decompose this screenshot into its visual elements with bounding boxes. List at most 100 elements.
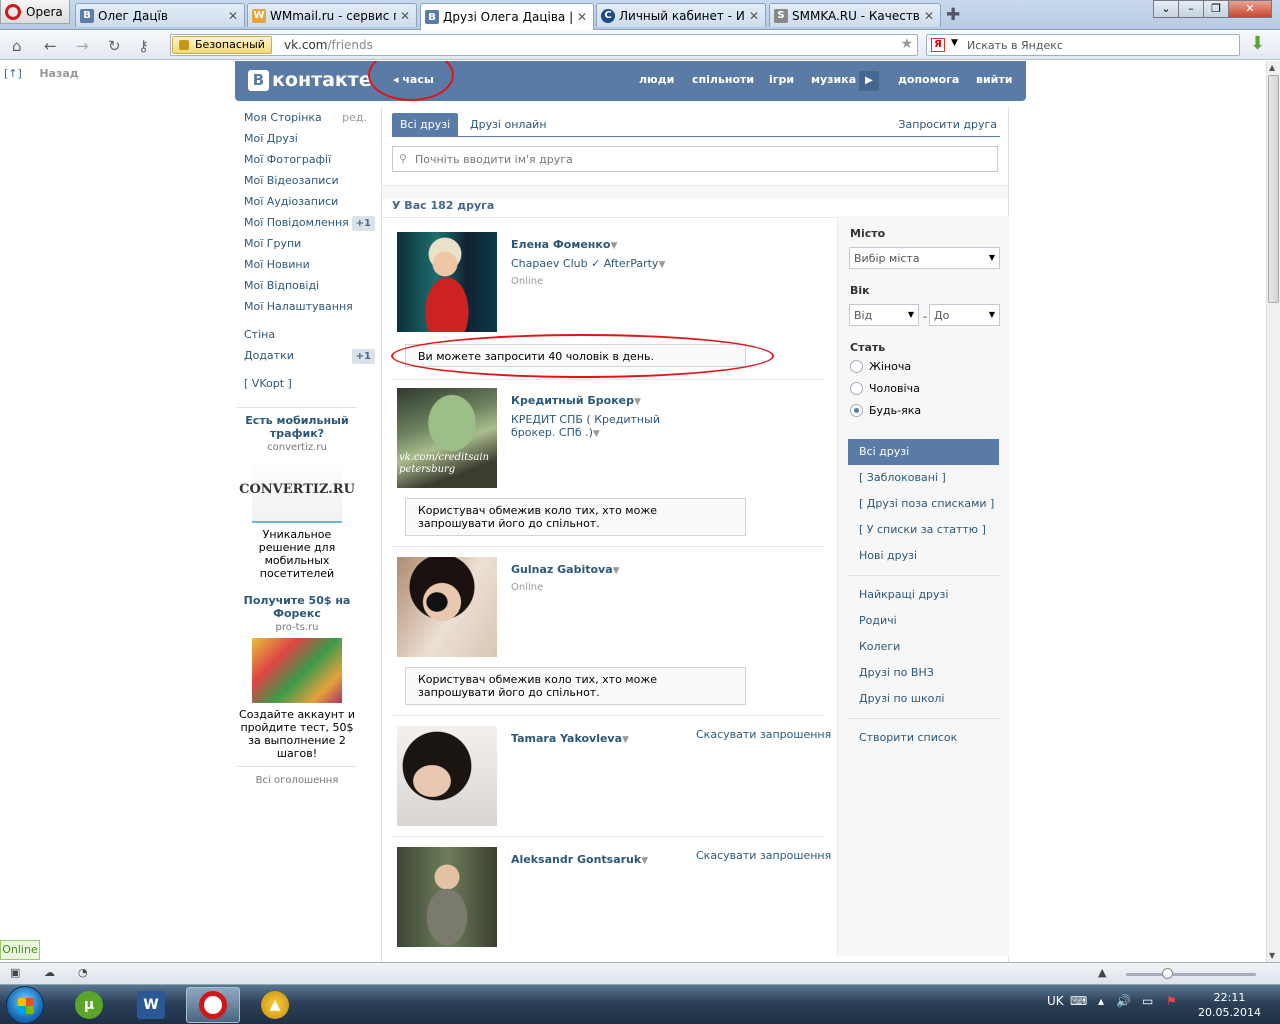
sidebar-item-vkopt[interactable]: [ VKopt ] <box>237 373 377 394</box>
friend-photo[interactable] <box>397 557 497 657</box>
menu-games[interactable]: ігри <box>769 73 794 86</box>
window-close-icon[interactable]: ✕ <box>1228 0 1272 18</box>
all-ads-link[interactable]: Всі оголошення <box>237 775 357 786</box>
radio-male[interactable]: Чоловіча <box>850 382 920 395</box>
close-icon[interactable]: ✕ <box>228 9 240 23</box>
language-indicator[interactable]: UK <box>1047 994 1064 1008</box>
sidebar-item-audio[interactable]: Мої Аудіозаписи <box>237 191 377 212</box>
opera-taskbar-button[interactable] <box>186 987 240 1023</box>
back-arrow-icon[interactable]: ← <box>44 37 57 55</box>
list-unlisted[interactable]: [ Друзі поза списками ] <box>848 491 999 517</box>
list-relatives[interactable]: Родичі <box>848 608 999 634</box>
chevron-down-icon[interactable]: ▼ <box>951 38 958 48</box>
list-by-sex[interactable]: [ У списки за статтю ] <box>848 517 999 543</box>
start-button[interactable] <box>6 986 44 1024</box>
home-icon[interactable]: ⌂ <box>12 37 22 55</box>
create-list-link[interactable]: Створити список <box>848 725 999 751</box>
reload-icon[interactable]: ↻ <box>108 37 121 55</box>
sidebar-item-groups[interactable]: Мої Групи <box>237 233 377 254</box>
edit-link[interactable]: ред. <box>342 107 367 128</box>
menu-people[interactable]: люди <box>639 73 674 86</box>
ad-image[interactable] <box>252 638 342 703</box>
address-bar[interactable]: Безопасный vk.com/friends ★ <box>170 34 918 56</box>
friend-name[interactable]: Gulnaz Gabitova▼ <box>511 563 620 576</box>
panel-toggle-icon[interactable]: ▣ <box>10 966 20 979</box>
friend-name[interactable]: Елена Фоменко▼ <box>511 238 617 251</box>
sidebar-item-wall[interactable]: Стіна <box>237 324 377 345</box>
cancel-invite-link[interactable]: Скасувати запрошення <box>696 728 831 741</box>
keyboard-icon[interactable]: ⌨ <box>1070 994 1087 1008</box>
cloud-icon[interactable]: ☁ <box>44 966 55 979</box>
new-tab-icon[interactable]: ✚ <box>946 5 960 25</box>
list-school[interactable]: Друзі по школі <box>848 686 999 712</box>
friend-status[interactable]: Chapaev Club ✓ AfterParty▼ <box>511 257 701 272</box>
tab-list-icon[interactable]: ⌄ <box>1153 0 1179 18</box>
age-from-select[interactable]: Від ▼ <box>849 304 919 326</box>
friend-search-input[interactable]: ⚲ Почніть вводити ім'я друга <box>392 146 998 172</box>
ad-title[interactable]: Получите 50$ на Форекс <box>237 594 357 620</box>
tab-online-friends[interactable]: Друзі онлайн <box>462 113 555 137</box>
close-icon[interactable]: ✕ <box>924 9 936 23</box>
speed-dial-icon[interactable]: ◔ <box>78 966 88 979</box>
download-icon[interactable]: ⬇ <box>1250 33 1268 54</box>
aimp-taskbar-button[interactable]: ▲ <box>248 987 302 1023</box>
sidebar-item-my-page[interactable]: Моя Сторінка ред. <box>237 107 377 128</box>
close-icon[interactable]: ✕ <box>400 9 412 23</box>
chevron-down-icon[interactable]: ▼ <box>658 260 665 270</box>
sidebar-item-photos[interactable]: Мої Фотографії <box>237 149 377 170</box>
ad-image[interactable]: CONVERTIZ.RU <box>239 458 355 523</box>
tab-all-friends[interactable]: Всі друзі <box>392 113 459 137</box>
sidebar-item-videos[interactable]: Мої Відеозаписи <box>237 170 377 191</box>
scroll-down-icon[interactable]: ▼ <box>1269 951 1275 960</box>
friend-photo[interactable] <box>397 726 497 826</box>
city-select[interactable]: Вибір міста ▼ <box>849 247 1000 269</box>
scroll-up-icon[interactable]: ▲ <box>1269 63 1275 72</box>
menu-help[interactable]: допомога <box>898 73 959 86</box>
back-link[interactable]: [↑] Назад <box>4 67 79 80</box>
zoom-slider-handle[interactable] <box>1162 968 1173 979</box>
chevron-down-icon[interactable]: ▼ <box>593 429 600 439</box>
network-icon[interactable]: ▭ <box>1142 994 1153 1008</box>
close-icon[interactable]: ✕ <box>749 9 761 23</box>
opera-menu-button[interactable]: Opera <box>0 0 70 24</box>
minimize-icon[interactable]: – <box>1178 0 1204 18</box>
flag-icon[interactable]: ⚑ <box>1166 994 1177 1008</box>
system-clock[interactable]: 22:11 20.05.2014 <box>1198 990 1261 1020</box>
bookmark-star-icon[interactable]: ★ <box>900 36 913 52</box>
ad-title[interactable]: Есть мобильный трафик? <box>237 414 357 440</box>
chevron-down-icon[interactable]: ▼ <box>613 566 620 576</box>
friend-photo[interactable] <box>397 847 497 947</box>
scroll-thumb[interactable] <box>1268 75 1279 303</box>
radio-any[interactable]: Будь-яка <box>850 404 921 417</box>
tab-smmka[interactable]: S SMMKA.RU - Качестве... ✕ <box>769 3 941 27</box>
menu-communities[interactable]: спільноти <box>692 73 754 86</box>
chevron-down-icon[interactable]: ▼ <box>622 735 629 745</box>
tab-oleg[interactable]: В Олег Дацїв ✕ <box>75 3 245 27</box>
sidebar-item-friends[interactable]: Мої Друзі <box>237 128 377 149</box>
tray-expand-icon[interactable]: ▴ <box>1098 994 1104 1008</box>
list-university[interactable]: Друзі по ВНЗ <box>848 660 999 686</box>
close-icon[interactable]: ✕ <box>577 10 589 24</box>
search-engine-field[interactable]: Я ▼ Искать в Яндекс <box>926 34 1240 56</box>
chevron-down-icon[interactable]: ▼ <box>641 856 648 866</box>
sidebar-item-news[interactable]: Мої Новини <box>237 254 377 275</box>
security-badge[interactable]: Безопасный <box>172 36 272 54</box>
url-text[interactable]: vk.com/friends <box>284 38 373 52</box>
friend-name[interactable]: Tamara Yakovleva▼ <box>511 732 629 745</box>
utorrent-taskbar-button[interactable]: µ <box>62 987 116 1023</box>
tab-wmmail[interactable]: W WMmail.ru - сервис п... ✕ <box>247 3 417 27</box>
vk-logo[interactable]: В контакте <box>248 69 372 91</box>
radio-female[interactable]: Жіноча <box>850 360 911 373</box>
key-icon[interactable]: ⚷ <box>138 37 149 55</box>
list-new-friends[interactable]: Нові друзі <box>848 543 999 569</box>
tab-friends-active[interactable]: В Друзі Олега Даціва | 1... ✕ <box>420 3 594 30</box>
chevron-up-icon[interactable]: ▲ <box>1098 966 1106 979</box>
friend-photo[interactable] <box>397 232 497 332</box>
list-colleagues[interactable]: Колеги <box>848 634 999 660</box>
sidebar-item-messages[interactable]: Мої Повідомлення +1 <box>237 212 377 233</box>
zoom-slider[interactable] <box>1126 973 1256 976</box>
play-icon[interactable]: ▶ <box>859 71 879 91</box>
menu-music[interactable]: музика <box>811 73 856 86</box>
friend-status[interactable]: КРЕДИТ СПБ ( Кредитный брокер. СПб .)▼ <box>511 413 701 441</box>
menu-logout[interactable]: вийти <box>976 73 1012 86</box>
